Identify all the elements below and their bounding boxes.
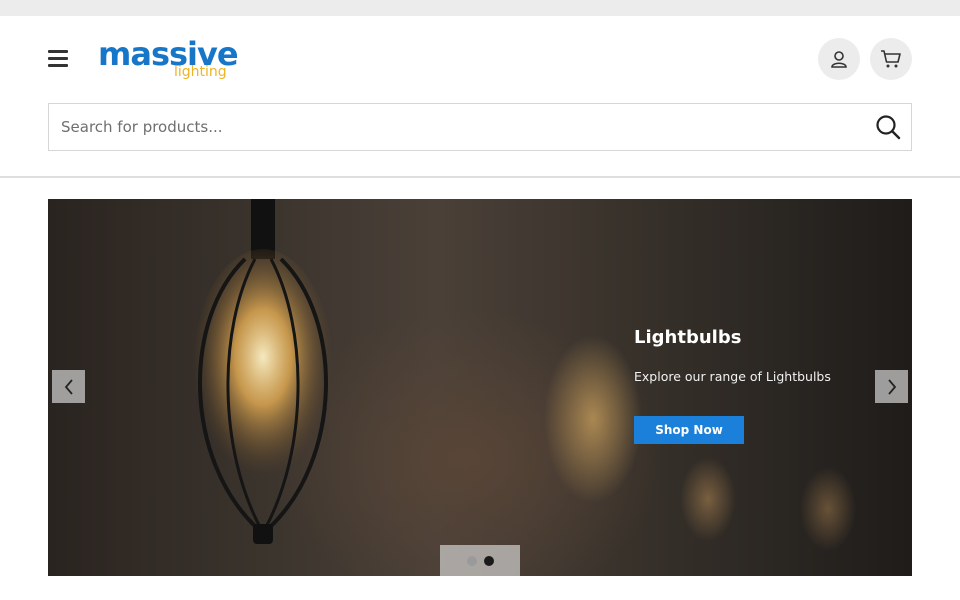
user-icon [831,51,847,68]
carousel-dot[interactable] [466,555,477,566]
carousel-next-button[interactable] [875,370,908,403]
chevron-left-icon [64,378,73,395]
search-input[interactable] [49,104,859,150]
site-logo[interactable]: massive lighting [98,34,248,84]
cart-button[interactable] [870,38,912,80]
carousel-dots [440,545,520,576]
carousel-dot-active[interactable] [483,555,494,566]
hero-background-image [193,199,333,544]
hero-carousel: Lightbulbs Explore our range of Lightbul… [48,199,912,576]
search-button[interactable] [873,112,903,142]
slide-caption: Lightbulbs Explore our range of Lightbul… [634,327,831,385]
logo-sub-text: lighting [174,64,227,80]
menu-button[interactable] [48,50,68,68]
account-button[interactable] [818,38,860,80]
carousel-prev-button[interactable] [52,370,85,403]
search-bar [48,103,912,151]
cart-icon [881,50,901,68]
chevron-right-icon [887,378,896,395]
shop-now-button[interactable]: Shop Now [634,416,744,444]
search-icon [876,115,901,140]
slide-title: Lightbulbs [634,327,742,348]
top-strip [0,0,960,16]
hamburger-icon [48,50,68,53]
site-header: massive lighting [0,16,960,178]
slide-subtitle: Explore our range of Lightbulbs [634,369,831,384]
